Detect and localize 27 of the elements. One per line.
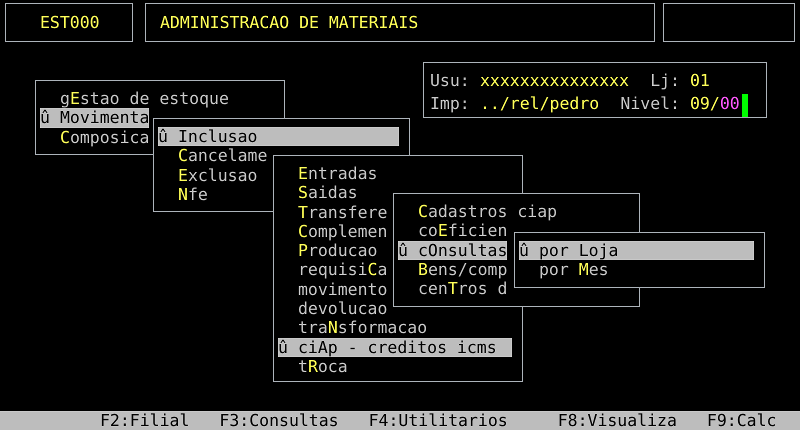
user-value: xxxxxxxxxxxxxxx bbox=[480, 71, 630, 92]
user-label: Usu: bbox=[430, 71, 471, 92]
menu-item[interactable]: tRoca bbox=[278, 356, 512, 376]
function-key-hint: F3:Consultas bbox=[219, 410, 339, 430]
function-key-hint: F4:Utilitarios bbox=[368, 410, 508, 430]
menu-item[interactable]: û por Loja bbox=[519, 241, 754, 260]
window-title: ADMINISTRACAO DE MATERIAIS bbox=[160, 12, 418, 32]
menu-item[interactable]: û cOnsultas bbox=[398, 240, 508, 260]
store-label: Lj: bbox=[650, 71, 680, 92]
menu-item[interactable]: Cadastros ciap bbox=[398, 202, 629, 222]
function-key-hint: F2:Filial bbox=[100, 410, 190, 430]
menu-item[interactable]: û Inclusao bbox=[158, 127, 399, 146]
menu-item[interactable]: Entradas bbox=[278, 164, 512, 184]
menu-item[interactable]: û Movimenta bbox=[40, 108, 150, 128]
function-key-hint: F9:Calc bbox=[706, 410, 776, 430]
menu-item[interactable]: traNsformacao bbox=[278, 318, 512, 338]
sublevel-value: 00 bbox=[720, 94, 740, 115]
level-label: Nivel: bbox=[620, 94, 680, 115]
menu-item[interactable]: gEstao de estoque bbox=[40, 89, 274, 108]
level-value: 09/ bbox=[690, 94, 720, 115]
menu-item[interactable]: por Mes bbox=[519, 260, 754, 280]
text-cursor bbox=[740, 94, 750, 117]
printer-label: Imp: bbox=[430, 94, 471, 115]
menu-item[interactable]: û ciAp - creditos icms bbox=[278, 338, 512, 357]
program-code: EST000 bbox=[40, 12, 100, 32]
store-value: 01 bbox=[690, 71, 711, 92]
function-key-hint: F8:Visualiza bbox=[558, 410, 677, 430]
